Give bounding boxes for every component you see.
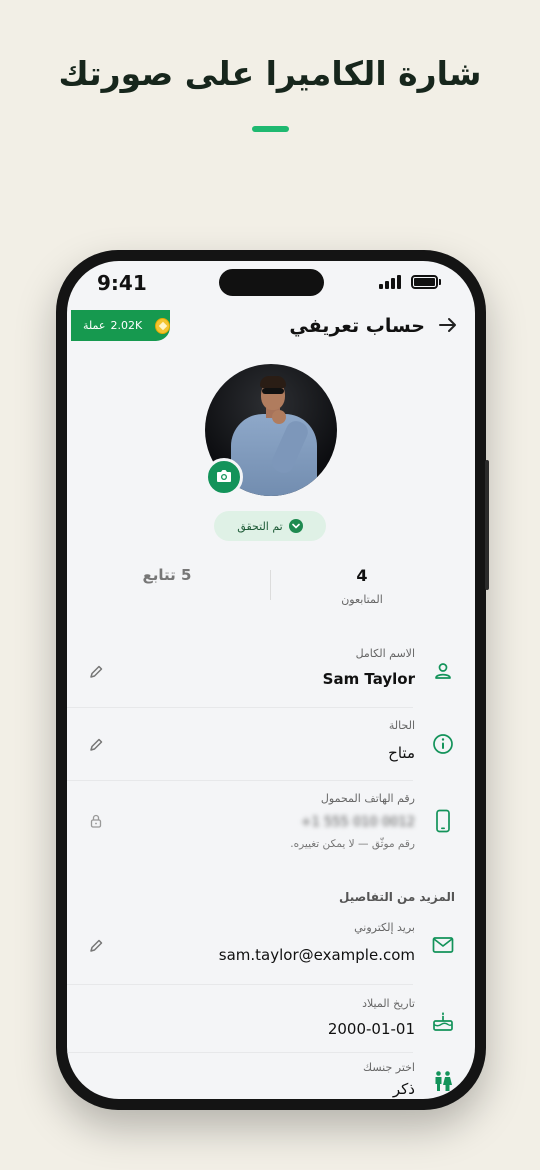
followers-stat[interactable]: 4 المتابعون (272, 566, 452, 606)
birthday-row[interactable]: تاريخ الميلاد 2000-01-01 (67, 985, 475, 1053)
followers-count: 4 (356, 566, 368, 585)
cake-icon (431, 1009, 455, 1033)
camera-badge-button[interactable] (205, 458, 243, 496)
dynamic-island (219, 269, 324, 296)
page-header: حساب تعريفي (289, 311, 457, 341)
status-bar: 9:41 (67, 261, 475, 311)
email-row[interactable]: بريد إلكتروني sam.taylor@example.com (67, 913, 475, 985)
following-text: 5 تتابع (142, 566, 192, 584)
verified-label: تم التحقق (237, 519, 283, 533)
arrow-right-icon[interactable] (439, 316, 457, 336)
page-title: حساب تعريفي (289, 315, 425, 337)
birthday-label: تاريخ الميلاد (362, 997, 415, 1010)
more-details-title: المزيد من التفاصيل (338, 890, 455, 904)
battery-icon (411, 275, 438, 289)
app-screen: 9:41 عملة 2.02K حساب تعريفي تم التحقق 5 … (67, 261, 475, 1099)
status-time: 9:41 (97, 271, 147, 295)
headline-underline (252, 126, 289, 132)
pencil-icon[interactable] (87, 663, 105, 681)
coins-amount: 2.02K (110, 319, 143, 332)
lock-icon (87, 812, 105, 830)
gender-label: اختر جنسك (363, 1061, 415, 1074)
followers-label: المتابعون (341, 593, 383, 606)
full-name-label: الاسم الكامل (355, 647, 415, 660)
gender-value: ذكر (392, 1080, 415, 1098)
info-icon (431, 732, 455, 756)
stats-section: 5 تتابع 4 المتابعون (67, 561, 475, 611)
signal-icon (379, 275, 401, 289)
full-name-value: Sam Taylor (322, 670, 415, 688)
people-icon (431, 1069, 455, 1093)
person-icon (431, 659, 455, 683)
birthday-value: 2000-01-01 (327, 1020, 415, 1038)
email-label: بريد إلكتروني (354, 921, 415, 934)
phone-note: رقم موثّق — لا يمكن تغييره. (290, 838, 415, 850)
email-value: sam.taylor@example.com (218, 946, 415, 964)
phone-label: رقم الهاتف المحمول (320, 792, 415, 805)
verified-badge[interactable]: تم التحقق (214, 511, 326, 541)
status-row[interactable]: الحالة متاح (67, 708, 475, 781)
following-stat[interactable]: 5 تتابع (97, 566, 237, 584)
mobile-phone-icon (431, 809, 455, 833)
pencil-icon[interactable] (87, 736, 105, 754)
coins-badge[interactable]: عملة 2.02K (71, 310, 170, 341)
phone-row: رقم الهاتف المحمول +1 555 010 0012 رقم م… (67, 781, 475, 861)
camera-icon (216, 468, 232, 487)
phone-frame: 9:41 عملة 2.02K حساب تعريفي تم التحقق 5 … (56, 250, 489, 1110)
stats-divider (270, 570, 271, 600)
status-value: متاح (388, 744, 415, 762)
status-label: الحالة (388, 719, 415, 732)
full-name-row[interactable]: الاسم الكامل Sam Taylor (67, 641, 475, 708)
battery-tip (439, 279, 441, 285)
mail-icon (431, 933, 455, 957)
side-button (485, 460, 489, 590)
phone-value: +1 555 010 0012 (300, 815, 415, 830)
coins-label: عملة (83, 319, 106, 332)
coin-icon (155, 317, 170, 334)
pencil-icon[interactable] (87, 937, 105, 955)
headline: شارة الكاميرا على صورتك (58, 54, 482, 93)
avatar-container (205, 364, 337, 496)
chevron-down-icon (288, 519, 303, 533)
gender-row[interactable]: اختر جنسك ذكر (67, 1053, 475, 1099)
